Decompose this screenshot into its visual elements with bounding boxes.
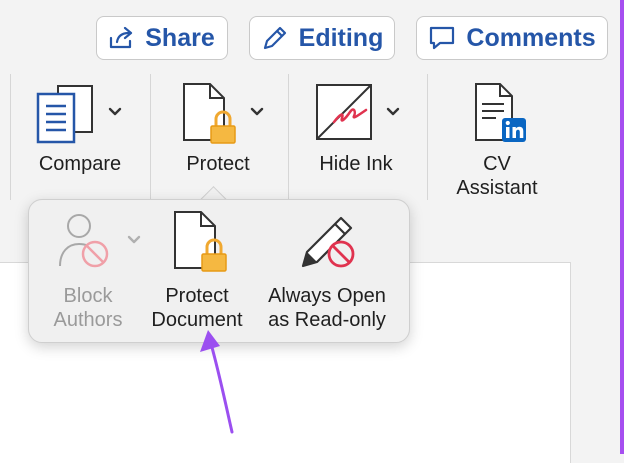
editing-label: Editing: [298, 23, 384, 52]
protect-document-button[interactable]: Protect Document: [137, 206, 257, 331]
pencil-prohibited-icon: [297, 208, 363, 279]
protect-button[interactable]: Protect: [158, 78, 278, 188]
cv-assistant-label-line1: CV: [483, 153, 511, 175]
block-user-icon: [57, 210, 117, 277]
block-authors-button: Block Authors: [37, 206, 149, 331]
hide-ink-icon: [314, 82, 376, 149]
share-icon: [109, 26, 135, 50]
cv-assistant-button[interactable]: CV Assistant: [436, 78, 560, 202]
compare-label: Compare: [38, 153, 122, 175]
hide-ink-button[interactable]: Hide Ink: [296, 78, 420, 188]
always-open-label-line1: Always Open: [268, 285, 386, 307]
block-authors-label-line1: Block: [63, 285, 113, 307]
annotation-arrow: [200, 330, 234, 434]
compare-documents-icon: [36, 84, 96, 149]
comments-label: Comments: [466, 23, 596, 52]
ribbon-divider: [288, 74, 289, 200]
share-button[interactable]: Share: [96, 16, 228, 60]
always-open-label-line2: as Read-only: [268, 309, 386, 331]
always-open-read-only-button[interactable]: Always Open as Read-only: [257, 206, 401, 331]
protect-label: Protect: [186, 153, 250, 175]
linkedin-document-icon: [474, 82, 532, 149]
hide-ink-label: Hide Ink: [319, 153, 393, 175]
chevron-down-icon[interactable]: [250, 104, 264, 122]
ribbon-divider: [10, 74, 11, 200]
protect-popover-menu: Block Authors Protect Document Always Op…: [28, 199, 410, 343]
compare-button[interactable]: Compare: [20, 78, 140, 188]
pencil-icon: [261, 24, 289, 52]
share-label: Share: [145, 23, 215, 52]
comments-button[interactable]: Comments: [416, 16, 608, 60]
locked-document-icon: [180, 82, 240, 149]
protect-document-label-line1: Protect: [165, 285, 229, 307]
ribbon-divider: [427, 74, 428, 200]
cv-assistant-label-line2: Assistant: [456, 177, 538, 199]
ribbon-divider: [150, 74, 151, 200]
block-authors-label-line2: Authors: [53, 309, 123, 331]
editing-button[interactable]: Editing: [249, 16, 395, 60]
locked-document-icon: [171, 210, 233, 277]
chevron-down-icon[interactable]: [386, 104, 400, 122]
chevron-down-icon[interactable]: [108, 104, 122, 122]
comment-icon: [428, 25, 456, 51]
window-edge: [620, 0, 624, 454]
